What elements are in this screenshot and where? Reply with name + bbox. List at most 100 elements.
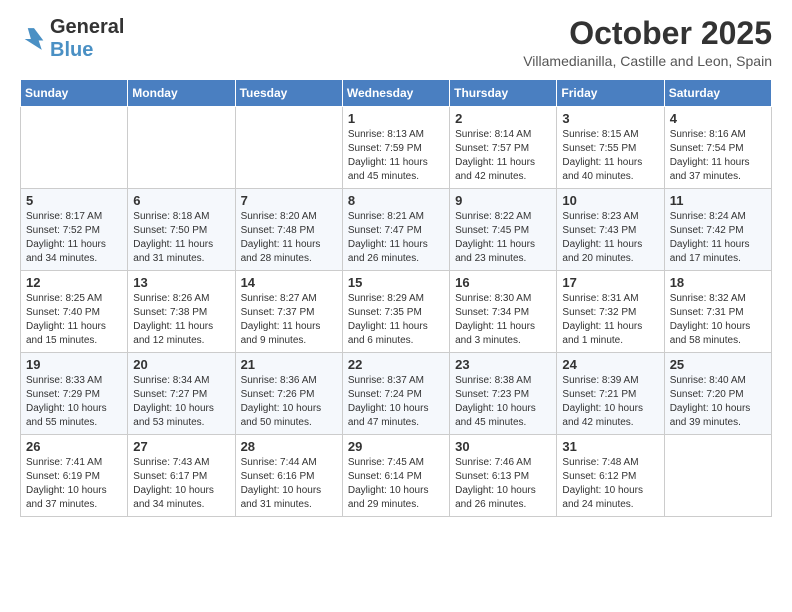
table-row [235,107,342,189]
table-row: 16Sunrise: 8:30 AMSunset: 7:34 PMDayligh… [450,271,557,353]
day-number: 26 [26,439,122,454]
day-info: Sunrise: 8:39 AMSunset: 7:21 PMDaylight:… [562,375,643,428]
day-number: 17 [562,275,658,290]
table-row [21,107,128,189]
day-info: Sunrise: 8:24 AMSunset: 7:42 PMDaylight:… [670,211,750,264]
day-info: Sunrise: 8:13 AMSunset: 7:59 PMDaylight:… [348,129,428,182]
day-info: Sunrise: 8:17 AMSunset: 7:52 PMDaylight:… [26,211,106,264]
table-row: 20Sunrise: 8:34 AMSunset: 7:27 PMDayligh… [128,353,235,435]
logo-general-text: General [50,16,124,38]
day-info: Sunrise: 8:22 AMSunset: 7:45 PMDaylight:… [455,211,535,264]
table-row: 12Sunrise: 8:25 AMSunset: 7:40 PMDayligh… [21,271,128,353]
day-info: Sunrise: 8:25 AMSunset: 7:40 PMDaylight:… [26,293,106,346]
calendar-week-row: 5 Sunrise: 8:17 AMSunset: 7:52 PMDaylight… [21,189,772,271]
table-row: 13 Sunrise: 8:26 AMSunset: 7:38 PMDayligh… [128,271,235,353]
day-number: 11 [670,193,766,208]
day-info: Sunrise: 8:27 AMSunset: 7:37 PMDaylight:… [241,293,321,346]
day-info: Sunrise: 8:31 AMSunset: 7:32 PMDaylight:… [562,293,642,346]
day-number: 27 [133,439,229,454]
day-info: Sunrise: 8:32 AMSunset: 7:31 PMDaylight:… [670,293,751,346]
day-number: 6 [133,193,229,208]
day-number: 22 [348,357,444,372]
day-info: Sunrise: 8:36 AMSunset: 7:26 PMDaylight:… [241,375,322,428]
day-number: 23 [455,357,551,372]
day-number: 20 [133,357,229,372]
day-number: 5 [26,193,122,208]
table-row: 18Sunrise: 8:32 AMSunset: 7:31 PMDayligh… [664,271,771,353]
calendar-week-row: 1 Sunrise: 8:13 AMSunset: 7:59 PMDaylight… [21,107,772,189]
table-row [128,107,235,189]
day-info: Sunrise: 8:23 AMSunset: 7:43 PMDaylight:… [562,211,642,264]
day-info: Sunrise: 8:33 AMSunset: 7:29 PMDaylight:… [26,375,107,428]
table-row: 26 Sunrise: 7:41 AMSunset: 6:19 PMDayligh… [21,435,128,517]
page: General Blue October 2025 Villamedianill… [0,0,792,612]
table-row: 14 Sunrise: 8:27 AMSunset: 7:37 PMDayligh… [235,271,342,353]
day-info: Sunrise: 7:43 AMSunset: 6:17 PMDaylight:… [133,457,214,510]
day-info: Sunrise: 8:16 AMSunset: 7:54 PMDaylight:… [670,129,750,182]
day-info: Sunrise: 8:20 AMSunset: 7:48 PMDaylight:… [241,211,321,264]
day-info: Sunrise: 7:46 AMSunset: 6:13 PMDaylight:… [455,457,536,510]
day-info: Sunrise: 8:26 AMSunset: 7:38 PMDaylight:… [133,293,213,346]
table-row: 30Sunrise: 7:46 AMSunset: 6:13 PMDayligh… [450,435,557,517]
day-info: Sunrise: 7:41 AMSunset: 6:19 PMDaylight:… [26,457,107,510]
header-tuesday: Tuesday [235,80,342,107]
logo-icon [20,25,48,53]
day-info: Sunrise: 7:45 AMSunset: 6:14 PMDaylight:… [348,457,429,510]
day-number: 13 [133,275,229,290]
calendar-table: Sunday Monday Tuesday Wednesday Thursday… [20,79,772,517]
day-number: 21 [241,357,337,372]
table-row: 5 Sunrise: 8:17 AMSunset: 7:52 PMDaylight… [21,189,128,271]
day-number: 7 [241,193,337,208]
day-info: Sunrise: 7:44 AMSunset: 6:16 PMDaylight:… [241,457,322,510]
table-row: 7 Sunrise: 8:20 AMSunset: 7:48 PMDaylight… [235,189,342,271]
day-number: 16 [455,275,551,290]
day-info: Sunrise: 8:15 AMSunset: 7:55 PMDaylight:… [562,129,642,182]
day-info: Sunrise: 8:40 AMSunset: 7:20 PMDaylight:… [670,375,751,428]
table-row [664,435,771,517]
logo-blue-text: Blue [50,39,93,61]
location-subtitle: Villamedianilla, Castille and Leon, Spai… [523,53,772,69]
header-monday: Monday [128,80,235,107]
table-row: 11 Sunrise: 8:24 AMSunset: 7:42 PMDayligh… [664,189,771,271]
day-info: Sunrise: 8:18 AMSunset: 7:50 PMDaylight:… [133,211,213,264]
day-number: 14 [241,275,337,290]
table-row: 29Sunrise: 7:45 AMSunset: 6:14 PMDayligh… [342,435,449,517]
table-row: 1 Sunrise: 8:13 AMSunset: 7:59 PMDaylight… [342,107,449,189]
table-row: 2Sunrise: 8:14 AMSunset: 7:57 PMDaylight… [450,107,557,189]
day-info: Sunrise: 8:38 AMSunset: 7:23 PMDaylight:… [455,375,536,428]
day-number: 9 [455,193,551,208]
title-block: October 2025 Villamedianilla, Castille a… [523,16,772,69]
table-row: 23 Sunrise: 8:38 AMSunset: 7:23 PMDayligh… [450,353,557,435]
logo-row: General Blue [20,16,124,62]
header-wednesday: Wednesday [342,80,449,107]
day-number: 10 [562,193,658,208]
table-row: 21 Sunrise: 8:36 AMSunset: 7:26 PMDayligh… [235,353,342,435]
table-row: 3 Sunrise: 8:15 AMSunset: 7:55 PMDaylight… [557,107,664,189]
day-number: 2 [455,111,551,126]
table-row: 9 Sunrise: 8:22 AMSunset: 7:45 PMDaylight… [450,189,557,271]
day-number: 3 [562,111,658,126]
day-info: Sunrise: 8:37 AMSunset: 7:24 PMDaylight:… [348,375,429,428]
day-number: 1 [348,111,444,126]
day-number: 31 [562,439,658,454]
day-number: 15 [348,275,444,290]
header-saturday: Saturday [664,80,771,107]
calendar-header-row: Sunday Monday Tuesday Wednesday Thursday… [21,80,772,107]
month-title: October 2025 [523,16,772,51]
calendar-week-row: 19Sunrise: 8:33 AMSunset: 7:29 PMDayligh… [21,353,772,435]
calendar-week-row: 12Sunrise: 8:25 AMSunset: 7:40 PMDayligh… [21,271,772,353]
table-row: 22 Sunrise: 8:37 AMSunset: 7:24 PMDayligh… [342,353,449,435]
table-row: 10 Sunrise: 8:23 AMSunset: 7:43 PMDayligh… [557,189,664,271]
day-info: Sunrise: 8:21 AMSunset: 7:47 PMDaylight:… [348,211,428,264]
table-row: 24 Sunrise: 8:39 AMSunset: 7:21 PMDayligh… [557,353,664,435]
day-number: 24 [562,357,658,372]
header-friday: Friday [557,80,664,107]
table-row: 17 Sunrise: 8:31 AMSunset: 7:32 PMDayligh… [557,271,664,353]
table-row: 25 Sunrise: 8:40 AMSunset: 7:20 PMDayligh… [664,353,771,435]
logo: General Blue [20,16,124,62]
table-row: 4 Sunrise: 8:16 AMSunset: 7:54 PMDaylight… [664,107,771,189]
day-number: 25 [670,357,766,372]
day-number: 4 [670,111,766,126]
table-row: 31 Sunrise: 7:48 AMSunset: 6:12 PMDayligh… [557,435,664,517]
day-info: Sunrise: 7:48 AMSunset: 6:12 PMDaylight:… [562,457,643,510]
